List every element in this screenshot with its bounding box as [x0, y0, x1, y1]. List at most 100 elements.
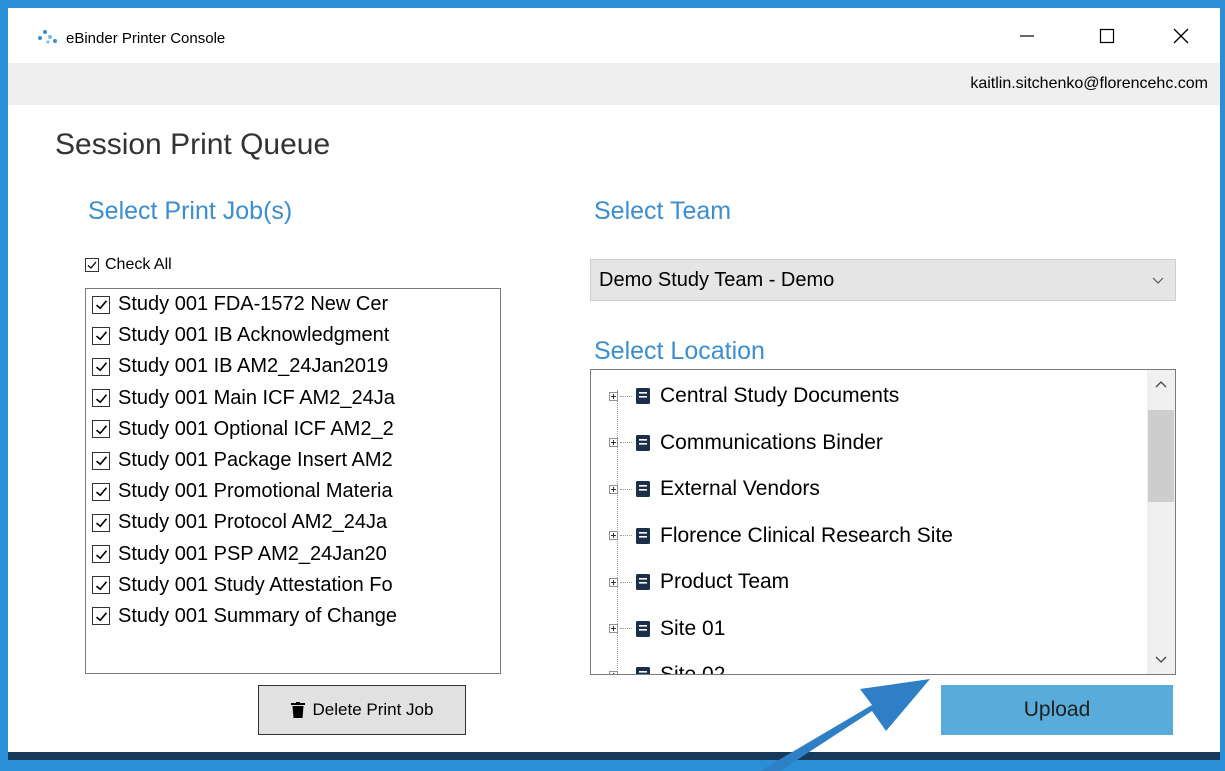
expand-plus-icon[interactable]: [609, 438, 618, 447]
location-tree-item[interactable]: Communications Binder: [609, 431, 883, 455]
print-job-item[interactable]: Study 001 Package Insert AM2: [86, 445, 500, 476]
tree-connector: [620, 581, 632, 583]
team-title: Select Team: [594, 197, 732, 225]
tree-connector: [620, 488, 632, 490]
location-tree-label: Site 01: [660, 616, 726, 640]
binder-icon: [636, 434, 650, 451]
print-job-item[interactable]: Study 001 FDA-1572 New Cer: [86, 289, 500, 320]
checkbox-checked-icon[interactable]: [92, 389, 110, 408]
close-button[interactable]: [1158, 20, 1204, 52]
print-jobs-title: Select Print Job(s): [88, 197, 293, 225]
expand-plus-icon[interactable]: [609, 531, 618, 540]
location-tree-items: Central Study Documents Communications Bi…: [591, 370, 1147, 674]
checkbox-checked-icon[interactable]: [92, 607, 110, 626]
print-job-item[interactable]: Study 001 IB AM2_24Jan2019: [86, 351, 500, 382]
checkbox-checked-icon: [85, 258, 99, 272]
location-tree-item[interactable]: External Vendors: [609, 477, 820, 501]
tree-connector: [620, 675, 632, 676]
binder-icon: [636, 388, 650, 404]
print-job-label: Study 001 FDA-1572 New Cer: [118, 293, 389, 316]
location-tree-item[interactable]: Product Team: [609, 570, 789, 594]
check-all-label: Check All: [105, 256, 172, 273]
upload-button[interactable]: Upload: [941, 685, 1173, 735]
annotation-arrow-icon: [760, 679, 930, 771]
location-tree-item[interactable]: Central Study Documents: [609, 384, 899, 408]
print-job-item[interactable]: Study 001 Main ICF AM2_24Ja: [86, 383, 500, 414]
checkbox-checked-icon[interactable]: [92, 326, 110, 345]
tree-connector: [620, 395, 632, 397]
close-icon: [1173, 28, 1189, 44]
print-job-label: Study 001 Optional ICF AM2_2: [118, 417, 394, 440]
location-scrollbar[interactable]: [1147, 370, 1175, 674]
binder-icon: [636, 481, 650, 497]
print-job-item[interactable]: Study 001 Protocol AM2_24Ja: [86, 507, 500, 538]
location-tree-label: Product Team: [660, 570, 790, 593]
team-select-value: Demo Study Team - Demo: [599, 268, 835, 291]
location-tree-label: Communications Binder: [660, 430, 883, 454]
location-tree-label: External Vendors: [660, 477, 820, 500]
checkbox-checked-icon[interactable]: [92, 420, 110, 439]
print-job-label: Study 001 Package Insert AM2: [118, 449, 393, 472]
print-job-label: Study 001 Study Attestation Fo: [118, 573, 393, 596]
binder-icon: [636, 667, 650, 674]
location-tree[interactable]: Central Study Documents Communications Bi…: [590, 369, 1176, 675]
user-bar: kaitlin.sitchenko@florencehc.com: [8, 63, 1220, 105]
maximize-button[interactable]: [1084, 20, 1130, 52]
check-all-checkbox[interactable]: Check All: [85, 256, 172, 274]
user-email: kaitlin.sitchenko@florencehc.com: [970, 75, 1208, 92]
team-select[interactable]: Demo Study Team - Demo: [590, 259, 1176, 301]
app-window: eBinder Printer Console kaitlin.sitchenk…: [8, 8, 1220, 760]
print-job-item[interactable]: Study 001 IB Acknowledgment: [86, 320, 500, 351]
minimize-button[interactable]: [1004, 20, 1050, 52]
print-job-label: Study 001 IB AM2_24Jan2019: [118, 355, 389, 378]
expand-plus-icon[interactable]: [609, 484, 618, 494]
delete-print-job-label: Delete Print Job: [312, 700, 434, 719]
upload-label: Upload: [1023, 698, 1091, 721]
title-bar: eBinder Printer Console: [8, 8, 1220, 63]
print-job-label: Study 001 IB Acknowledgment: [118, 324, 390, 347]
scroll-down-icon[interactable]: [1154, 652, 1168, 666]
binder-icon: [636, 527, 650, 544]
print-job-label: Study 001 Summary of Change: [118, 604, 398, 627]
checkbox-checked-icon[interactable]: [92, 513, 110, 532]
checkbox-checked-icon[interactable]: [92, 576, 110, 595]
checkbox-checked-icon[interactable]: [92, 451, 110, 470]
print-job-item[interactable]: Study 001 Optional ICF AM2_2: [86, 414, 500, 445]
minimize-icon: [1020, 35, 1034, 37]
tree-connector: [620, 442, 632, 443]
expand-plus-icon[interactable]: [609, 670, 618, 674]
window-title: eBinder Printer Console: [66, 30, 226, 47]
trash-icon: [290, 702, 305, 718]
tree-connector: [620, 535, 632, 536]
location-tree-item[interactable]: Site 01: [609, 617, 725, 641]
print-job-item[interactable]: Study 001 Summary of Change: [86, 601, 500, 632]
print-job-label: Study 001 Protocol AM2_24Ja: [118, 511, 388, 534]
checkbox-checked-icon[interactable]: [92, 545, 110, 564]
print-job-label: Study 001 PSP AM2_24Jan20: [118, 542, 387, 565]
print-job-item[interactable]: Study 001 PSP AM2_24Jan20: [86, 539, 500, 570]
checkbox-checked-icon[interactable]: [92, 295, 110, 314]
print-jobs-list[interactable]: Study 001 FDA-1572 New Cer Study 001 IB A…: [85, 288, 501, 674]
print-job-item[interactable]: Study 001 Study Attestation Fo: [86, 570, 500, 601]
print-job-label: Study 001 Main ICF AM2_24Ja: [118, 386, 395, 409]
location-tree-label: Site 02: [660, 663, 726, 675]
tree-connector: [620, 628, 632, 629]
print-job-item[interactable]: Study 001 Promotional Materia: [86, 476, 500, 507]
checkbox-checked-icon[interactable]: [92, 357, 110, 376]
checkbox-checked-icon[interactable]: [92, 482, 110, 501]
location-tree-item[interactable]: Florence Clinical Research Site: [609, 524, 953, 548]
location-title: Select Location: [594, 337, 765, 365]
expand-plus-icon[interactable]: [609, 624, 618, 633]
chevron-down-icon: [1152, 277, 1164, 284]
expand-plus-icon[interactable]: [609, 391, 618, 401]
binder-icon: [636, 574, 650, 590]
app-logo-icon: [38, 30, 57, 44]
scroll-thumb[interactable]: [1148, 410, 1174, 502]
location-tree-label: Central Study Documents: [660, 384, 900, 407]
location-tree-item[interactable]: Site 02: [609, 663, 726, 676]
expand-plus-icon[interactable]: [609, 577, 618, 587]
binder-icon: [636, 620, 650, 637]
location-tree-label: Florence Clinical Research Site: [660, 523, 953, 547]
scroll-up-icon[interactable]: [1154, 378, 1168, 392]
delete-print-job-button[interactable]: Delete Print Job: [258, 685, 466, 735]
